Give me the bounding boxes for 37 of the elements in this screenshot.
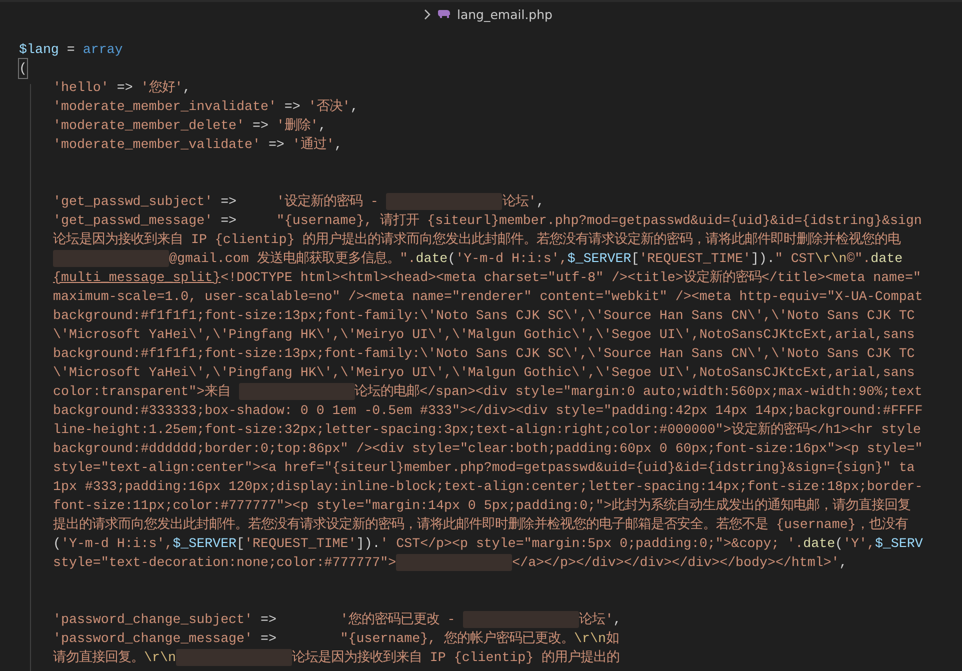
- code-text: \'Microsoft YaHei\',\'Pingfang HK\',\'Meiryo UI\',\'Malgun Gothic\',\'Segoe UI\',NotoSansCJKtcExt,arial,sans: [53, 326, 915, 344]
- code-text: 'moderate_member_validate' => '通过',: [53, 136, 342, 154]
- code-text: background:#dddddd;border:0;top:86px" /><div style="clear:both;padding:60px 0 60px;font-size:16px"><p style=": [53, 440, 923, 458]
- code-text: style="text-decoration:none;color:#777777">: [53, 554, 396, 572]
- chevron-right-icon: [424, 8, 431, 20]
- code-text: 'password_change_message' => "{username}, 您的帐户密码已更改。\r\n如: [53, 630, 619, 648]
- code-text: style="text-align:center"><a href="{siteurl}member.php?mod=getpasswd&uid={uid}&id={idstring}&sign={sign}" ta: [53, 459, 915, 477]
- code-text: background:#333333;box-shadow: 0 0 1em -0.5em #333"></div><div style="padding:42px 14px 14px;background:#FFFF: [53, 402, 923, 420]
- code-text: 论坛的电邮</span><div style="margin:0 auto;width:560px;max-width:90%;text: [354, 382, 922, 401]
- code-text: 请勿直接回复。\r\n: [53, 648, 176, 667]
- code-text: $lang = array: [19, 41, 123, 59]
- code-text: ('Y-m-d H:i:s',$_SERVER['REQUEST_TIME']).' CST</p><p style="margin:5px 0;padding:0;">&copy; '.date('Y',$_SERV: [53, 535, 923, 553]
- code-text: {multi_message_split}<!DOCTYPE html><html><head><meta charset="utf-8" /><title>设定新的密码</title><meta name=": [53, 268, 921, 287]
- code-text: 'moderate_member_invalidate' => '否决',: [53, 98, 358, 116]
- code-text: 论坛',: [579, 611, 622, 629]
- code-text: (: [19, 59, 27, 78]
- code-text: </a></p></div></div></div></body></html>',: [512, 554, 848, 572]
- file-name[interactable]: lang_email.php: [457, 6, 552, 22]
- code-text: background:#f1f1f1;font-size:13px;font-family:\'Noto Sans CJK SC\',\'Source Han Sans CN\',\'Noto Sans CJK TC: [53, 345, 915, 363]
- code-text: 'hello' => '您好',: [53, 79, 191, 97]
- code-text: maximum-scale=1.0, user-scalable=no" /><meta name="renderer" content="webkit" /><meta http-equiv="X-UA-Compat: [53, 288, 923, 306]
- code-text: background:#f1f1f1;font-size:13px;font-family:\'Noto Sans CJK SC\',\'Source Han Sans CN\',\'Noto Sans CJK TC: [53, 307, 915, 325]
- code-text: 'get_passwd_subject' => '设定新的密码 -: [53, 192, 380, 211]
- code-text: 'password_change_subject' => '您的密码已更改 -: [53, 610, 456, 629]
- code-text: 'moderate_member_delete' => '删除',: [53, 117, 326, 135]
- code-text: line-height:1.25em;font-size:32px;letter-spacing:3px;text-align:right;color:#000000">设定新的密码</h1><hr style: [53, 420, 921, 439]
- code-text: font-size:11px;color:#777777"><p style="margin:14px 0 5px;padding:0;">此封为系统自动生成发出的通知电邮，请勿直接回复: [53, 496, 911, 515]
- code-text: 论坛是因为接收到来自 IP {clientip} 的用户提出的请求而向您发出此封邮件。若您没有请求设定新的密码，请将此邮件即时删除并检视您的电: [53, 230, 901, 249]
- elephant-icon: [437, 9, 451, 19]
- code-text: @gmail.com 发送电邮获取更多信息。".date('Y-m-d H:i:s',$_SERVER['REQUEST_TIME'])." CST\r\n©".date: [169, 250, 903, 268]
- code-text: \'Microsoft YaHei\',\'Pingfang HK\',\'Meiryo UI\',\'Malgun Gothic\',\'Segoe UI\',NotoSansCJKtcExt,arial,sans: [53, 364, 915, 382]
- code-text: 论坛是因为接收到来自 IP {clientip} 的用户提出的: [292, 648, 620, 667]
- code-text: 'get_passwd_message' => "{username}, 请打开 {siteurl}member.php?mod=getpasswd&uid={uid}&id={idstring}&sign: [53, 212, 922, 230]
- code-text: 提出的请求而向您发出此封邮件。若您没有请求设定新的密码，请将此邮件即时删除并检视您的电子邮箱是否安全。若您不是 {username}，也没有: [53, 516, 908, 534]
- code-text: color:transparent">来自: [53, 383, 232, 401]
- code-text: 1px #333;padding:16px 120px;display:inline-block;text-align:center;letter-spacing:14px;font-size:18px;border-: [53, 478, 923, 496]
- code-text: 论坛',: [502, 193, 544, 211]
